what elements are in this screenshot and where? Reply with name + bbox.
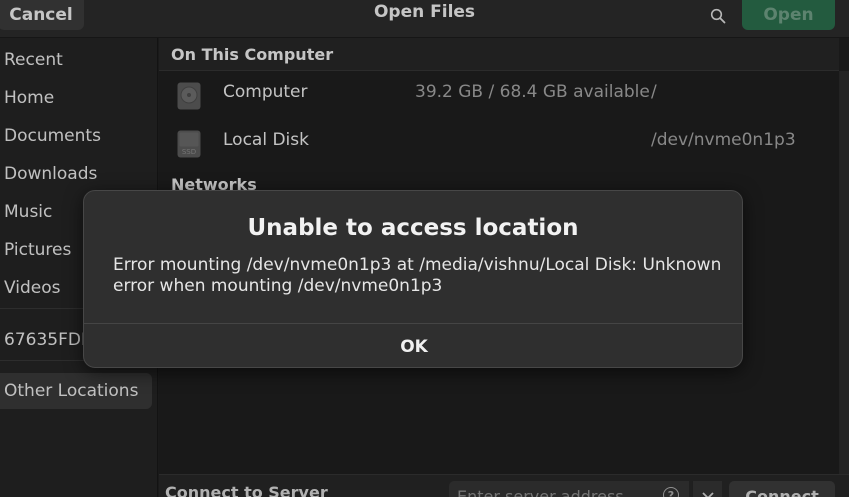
dialog-title: Unable to access location — [247, 215, 579, 241]
error-dialog: Unable to access location Error mounting… — [83, 190, 743, 368]
dialog-message: Error mounting /dev/nvme0n1p3 at /media/… — [113, 255, 722, 296]
ok-button[interactable]: OK — [84, 324, 742, 367]
